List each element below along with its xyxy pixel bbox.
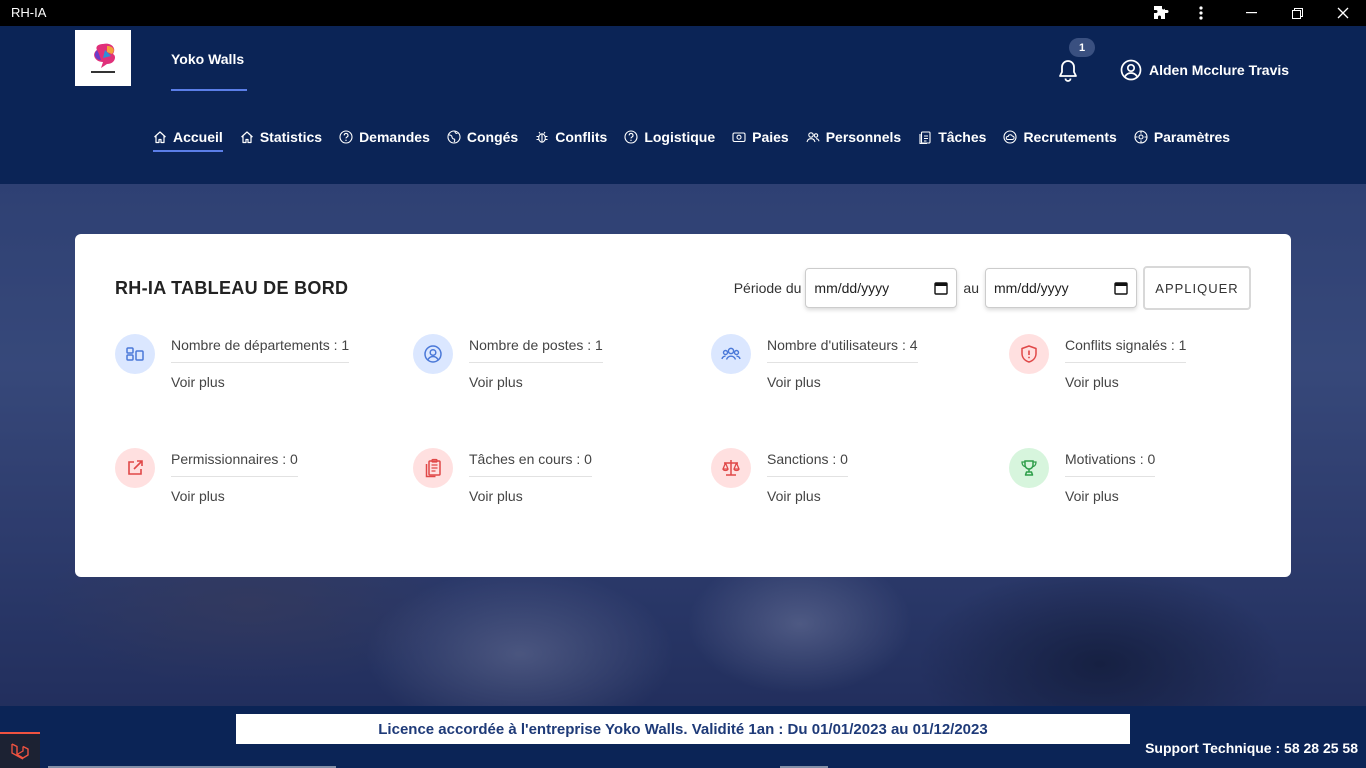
stat-sanctions: Sanctions : 0 Voir plus: [711, 448, 971, 508]
apply-button[interactable]: APPLIQUER: [1143, 266, 1251, 310]
external-link-icon: [115, 448, 155, 488]
stat-label: Nombre d'utilisateurs : 4: [767, 337, 918, 363]
close-icon[interactable]: [1320, 0, 1366, 26]
globe-icon: [447, 130, 461, 144]
window-titlebar: RH-IA: [0, 0, 1366, 26]
restore-icon[interactable]: [1274, 0, 1320, 26]
home-icon: [154, 131, 166, 144]
nav-conflits[interactable]: Conflits: [535, 129, 607, 145]
stat-postes: Nombre de postes : 1 Voir plus: [413, 334, 673, 394]
date-from-input[interactable]: mm/dd/yyyy: [805, 268, 958, 308]
gear-icon: [1134, 130, 1148, 144]
period-filter: Période du mm/dd/yyyy au mm/dd/yyyy APPL…: [734, 266, 1251, 310]
bug-icon: [536, 131, 548, 143]
stat-motivations: Motivations : 0 Voir plus: [1009, 448, 1269, 508]
departments-icon: [115, 334, 155, 374]
clipboard-icon: [413, 448, 453, 488]
bell-icon[interactable]: [1057, 59, 1079, 83]
nav-label: Recrutements: [1023, 129, 1117, 145]
main-nav: Accueil Statistics Demandes Congés Confl…: [153, 126, 1247, 152]
stat-label: Nombre de départements : 1: [171, 337, 350, 363]
nav-logistique[interactable]: Logistique: [624, 129, 715, 145]
stat-label: Tâches en cours : 0: [469, 451, 592, 477]
nav-label: Demandes: [359, 129, 430, 145]
calendar-icon[interactable]: [1114, 281, 1128, 295]
stat-permissionnaires: Permissionnaires : 0 Voir plus: [115, 448, 375, 508]
user-name: Alden Mcclure Travis: [1149, 62, 1290, 78]
question-circle-icon: [339, 130, 353, 144]
nav-demandes[interactable]: Demandes: [339, 129, 430, 145]
company-name[interactable]: Yoko Walls: [171, 51, 244, 67]
home-icon: [240, 131, 253, 144]
nav-parametres[interactable]: Paramètres: [1134, 129, 1230, 145]
company-tab-indicator: [171, 89, 247, 91]
date-to-input[interactable]: mm/dd/yyyy: [985, 268, 1137, 308]
dashboard-title: RH-IA TABLEAU DE BORD: [115, 278, 349, 298]
nav-label: Paies: [752, 129, 789, 145]
window-title: RH-IA: [11, 5, 47, 20]
nav-label: Congés: [466, 129, 519, 145]
scale-icon: [711, 448, 751, 488]
stat-utilisateurs: Nombre d'utilisateurs : 4 Voir plus: [711, 334, 971, 394]
users-group-icon: [711, 334, 751, 374]
voir-plus-link[interactable]: Voir plus: [469, 488, 523, 504]
nav-recrutements[interactable]: Recrutements: [1003, 129, 1117, 145]
voir-plus-link[interactable]: Voir plus: [767, 488, 821, 504]
nav-label: Logistique: [644, 129, 716, 145]
more-vertical-icon[interactable]: [1178, 0, 1224, 26]
voir-plus-link[interactable]: Voir plus: [1065, 374, 1119, 390]
nav-accueil[interactable]: Accueil: [153, 129, 223, 152]
stat-label: Sanctions : 0: [767, 451, 848, 477]
shield-alert-icon: [1009, 334, 1049, 374]
nav-taches[interactable]: Tâches: [918, 129, 986, 145]
voir-plus-link[interactable]: Voir plus: [767, 374, 821, 390]
question-circle-icon: [624, 130, 638, 144]
voir-plus-link[interactable]: Voir plus: [1065, 488, 1119, 504]
nav-label: Conflits: [555, 129, 608, 145]
nav-conges[interactable]: Congés: [447, 129, 518, 145]
notification-badge: 1: [1069, 38, 1095, 57]
date-from-placeholder: mm/dd/yyyy: [814, 280, 890, 296]
date-to-placeholder: mm/dd/yyyy: [994, 280, 1069, 296]
stat-label: Conflits signalés : 1: [1065, 337, 1187, 363]
voir-plus-link[interactable]: Voir plus: [171, 488, 225, 504]
license-banner: Licence accordée à l'entreprise Yoko Wal…: [236, 714, 1130, 744]
laravel-icon[interactable]: [0, 732, 40, 768]
money-icon: [732, 132, 746, 143]
app-header: Yoko Walls 1 Alden Mcclure Travis Accuei…: [0, 26, 1366, 184]
trophy-icon: [1009, 448, 1049, 488]
nav-label: Paramètres: [1153, 129, 1231, 145]
calendar-icon[interactable]: [934, 281, 949, 295]
period-from-label: Période du: [733, 280, 802, 296]
company-logo[interactable]: [75, 30, 131, 86]
minimize-icon[interactable]: [1228, 0, 1274, 26]
dashboard-card: RH-IA TABLEAU DE BORD Période du mm/dd/y…: [75, 234, 1291, 577]
stat-taches: Tâches en cours : 0 Voir plus: [413, 448, 673, 508]
app-footer: Licence accordée à l'entreprise Yoko Wal…: [0, 706, 1366, 768]
stat-label: Nombre de postes : 1: [469, 337, 603, 363]
cloud-upload-icon: [1003, 130, 1017, 144]
user-circle-icon: [1120, 59, 1142, 81]
stat-conflits: Conflits signalés : 1 Voir plus: [1009, 334, 1269, 394]
stat-label: Motivations : 0: [1065, 451, 1156, 477]
voir-plus-link[interactable]: Voir plus: [469, 374, 523, 390]
nav-label: Tâches: [938, 129, 987, 145]
nav-label: Accueil: [173, 129, 223, 145]
nav-personnels[interactable]: Personnels: [806, 129, 901, 145]
stat-departements: Nombre de départements : 1 Voir plus: [115, 334, 375, 394]
user-circle-icon: [413, 334, 453, 374]
nav-paies[interactable]: Paies: [732, 129, 789, 145]
voir-plus-link[interactable]: Voir plus: [171, 374, 225, 390]
stat-label: Permissionnaires : 0: [171, 451, 298, 477]
clipboard-icon: [919, 131, 931, 144]
users-icon: [806, 132, 820, 143]
nav-label: Statistics: [259, 129, 323, 145]
user-menu[interactable]: Alden Mcclure Travis: [1120, 59, 1289, 81]
nav-statistics[interactable]: Statistics: [240, 129, 322, 145]
support-contact: Support Technique : 58 28 25 58: [1145, 740, 1358, 756]
period-to-label: au: [963, 280, 979, 296]
nav-label: Personnels: [825, 129, 902, 145]
